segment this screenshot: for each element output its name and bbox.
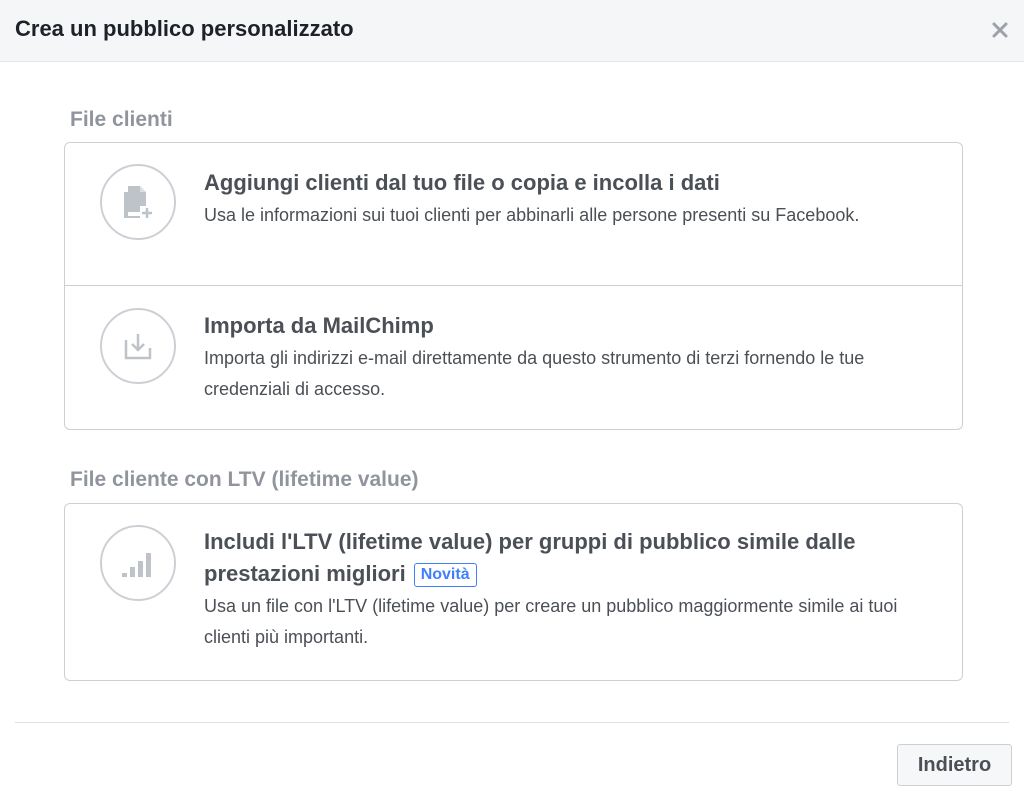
option-group-ltv: Includi l'LTV (lifetime value) per grupp… (64, 503, 963, 681)
file-add-icon (100, 164, 176, 240)
option-title: Includi l'LTV (lifetime value) per grupp… (204, 526, 942, 590)
bar-chart-icon (100, 525, 176, 601)
section-title-ltv: File cliente con LTV (lifetime value) (70, 468, 419, 491)
option-description: Usa le informazioni sui tuoi clienti per… (204, 205, 860, 225)
close-button[interactable] (988, 18, 1012, 42)
option-text: Includi l'LTV (lifetime value) per grupp… (204, 526, 942, 653)
dialog-header: Crea un pubblico personalizzato (0, 0, 1024, 62)
dialog-title: Crea un pubblico personalizzato (15, 16, 354, 41)
option-title: Importa da MailChimp (204, 313, 434, 338)
option-description: Usa un file con l'LTV (lifetime value) p… (204, 596, 898, 647)
import-icon (100, 308, 176, 384)
option-title-text: Includi l'LTV (lifetime value) per grupp… (204, 529, 856, 586)
close-icon (992, 22, 1008, 38)
back-button[interactable]: Indietro (897, 744, 1012, 786)
section-title-file-clienti: File clienti (70, 108, 173, 131)
footer-divider (15, 722, 1009, 723)
option-import-mailchimp[interactable]: Importa da MailChimp Importa gli indiriz… (65, 286, 962, 429)
new-badge: Novità (413, 563, 477, 587)
option-text: Aggiungi clienti dal tuo file o copia e … (204, 167, 942, 231)
option-include-ltv[interactable]: Includi l'LTV (lifetime value) per grupp… (65, 504, 962, 680)
option-title: Aggiungi clienti dal tuo file o copia e … (204, 170, 720, 195)
option-add-customers-from-file[interactable]: Aggiungi clienti dal tuo file o copia e … (65, 143, 962, 286)
option-text: Importa da MailChimp Importa gli indiriz… (204, 310, 942, 405)
option-description: Importa gli indirizzi e-mail direttament… (204, 348, 865, 399)
option-group-file-clienti: Aggiungi clienti dal tuo file o copia e … (64, 142, 963, 430)
